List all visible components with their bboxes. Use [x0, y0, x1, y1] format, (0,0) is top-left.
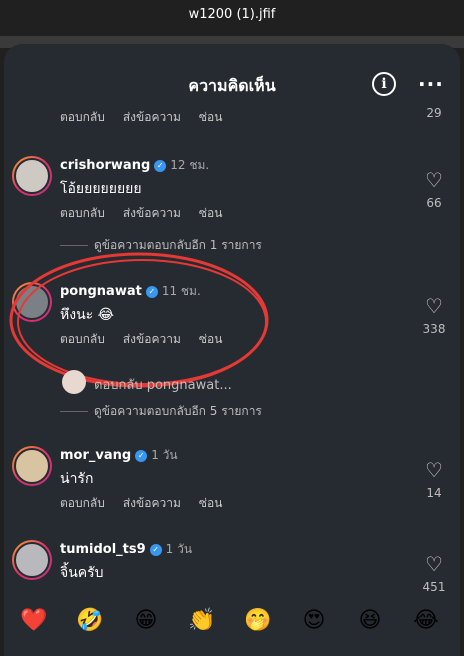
like-count: 14: [426, 486, 442, 500]
comment-text: โอ้ยยยยยยยย: [60, 181, 142, 197]
divider-line: [60, 411, 88, 412]
like-count: 66: [426, 196, 442, 210]
comment-text: น่ารัก: [60, 471, 94, 487]
comment-username[interactable]: mor_vang ✓ 1 วัน: [60, 446, 178, 465]
emoji-reaction-bar: ❤️ 🤣 😁 👏 🤭 😍 😆 😂: [4, 598, 460, 656]
comment-actions: ตอบกลับ ส่งข้อความ ซ่อน: [60, 494, 240, 513]
comment-username[interactable]: tumidol_ts9 ✓ 1 วัน: [60, 540, 192, 559]
hide-button[interactable]: ซ่อน: [199, 110, 223, 124]
comment-time: 1 วัน: [165, 542, 193, 556]
verified-badge-icon: ✓: [149, 543, 162, 556]
rofl-emoji-icon[interactable]: 🤣: [72, 608, 108, 633]
info-icon[interactable]: i: [372, 72, 396, 96]
comment-actions: ตอบกลับ ส่งข้อความ ซ่อน: [60, 108, 240, 127]
heart-icon[interactable]: ♡: [422, 168, 446, 192]
like-count: 451: [422, 580, 446, 594]
comments-header: ความคิดเห็น i ···: [4, 44, 460, 114]
avatar[interactable]: [12, 446, 52, 486]
view-replies-link[interactable]: ดูข้อความตอบกลับอีก 5 รายการ: [60, 402, 262, 421]
window-title: w1200 (1).jfif: [0, 0, 464, 36]
comment-text: จิ้นครับ: [60, 565, 104, 581]
verified-badge-icon: ✓: [135, 449, 148, 462]
send-message-button[interactable]: ส่งข้อความ: [123, 206, 181, 220]
heart-icon[interactable]: ♡: [422, 294, 446, 318]
clap-emoji-icon[interactable]: 👏: [184, 608, 220, 633]
tears-of-joy-emoji-icon[interactable]: 😂: [408, 608, 444, 633]
comment-username[interactable]: crishorwang ✓ 12 ชม.: [60, 156, 209, 175]
verified-badge-icon: ✓: [154, 159, 167, 172]
grin-emoji-icon[interactable]: 😁: [128, 608, 164, 633]
hide-button[interactable]: ซ่อน: [199, 496, 223, 510]
hide-button[interactable]: ซ่อน: [199, 206, 223, 220]
reply-button[interactable]: ตอบกลับ: [60, 496, 105, 510]
reply-button[interactable]: ตอบกลับ: [60, 110, 105, 124]
annotation-ellipse-inner: [17, 259, 267, 385]
send-message-button[interactable]: ส่งข้อความ: [123, 496, 181, 510]
comment-actions: ตอบกลับ ส่งข้อความ ซ่อน: [60, 204, 240, 223]
heart-icon[interactable]: ♡: [422, 552, 446, 576]
send-message-button[interactable]: ส่งข้อความ: [123, 110, 181, 124]
reply-preview-text[interactable]: ตอบกลับ pongnawat...: [94, 374, 232, 395]
like-count: 29: [426, 106, 442, 120]
reply-button[interactable]: ตอบกลับ: [60, 206, 105, 220]
more-options-icon[interactable]: ···: [418, 72, 444, 96]
hand-over-mouth-emoji-icon[interactable]: 🤭: [240, 608, 276, 633]
red-annotation-circle: [9, 252, 269, 388]
like-count: 338: [422, 322, 446, 336]
comment-time: 12 ชม.: [170, 158, 210, 172]
reply-avatar[interactable]: [62, 370, 86, 394]
heart-eyes-emoji-icon[interactable]: 😍: [296, 608, 332, 633]
laughing-emoji-icon[interactable]: 😆: [352, 608, 388, 633]
red-heart-emoji-icon[interactable]: ❤️: [16, 608, 52, 633]
comment-time: 1 วัน: [151, 448, 178, 462]
avatar[interactable]: [12, 156, 52, 196]
heart-icon[interactable]: ♡: [422, 458, 446, 482]
avatar[interactable]: [12, 540, 52, 580]
comments-panel: ความคิดเห็น i ··· ตอบกลับ ส่งข้อความ ซ่อน …: [4, 44, 460, 656]
